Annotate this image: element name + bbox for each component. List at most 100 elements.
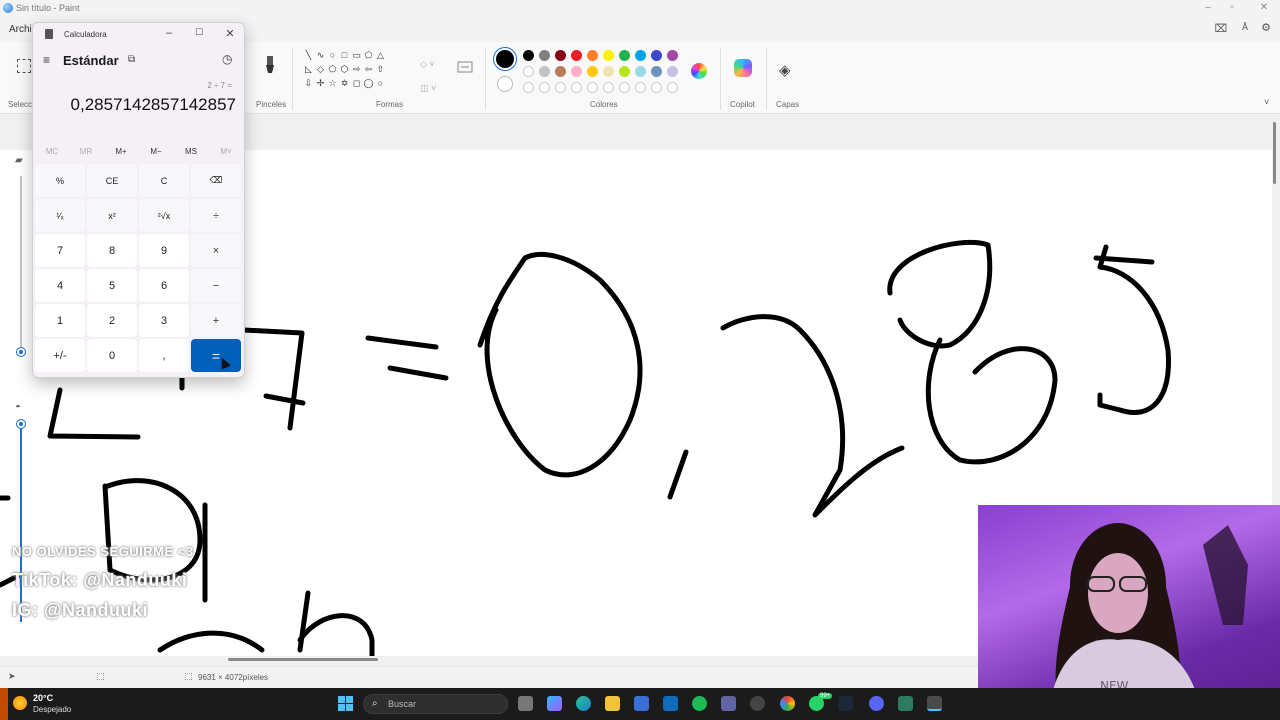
custom-color-slot[interactable] <box>571 82 582 93</box>
calculator-key[interactable]: 5 <box>87 269 137 302</box>
calculator-key[interactable]: % <box>35 164 85 197</box>
minimize-icon[interactable]: – <box>162 27 176 39</box>
color-swatch[interactable] <box>555 66 566 77</box>
color-swatch[interactable] <box>635 50 646 61</box>
color-swatch[interactable] <box>635 66 646 77</box>
calculator-key[interactable]: 0 <box>87 339 137 372</box>
custom-color-slot[interactable] <box>539 82 550 93</box>
shape-tool[interactable]: ⬠ <box>363 50 374 61</box>
calculator-key[interactable]: C <box>139 164 189 197</box>
outlook-icon[interactable] <box>663 696 678 711</box>
custom-color-slot[interactable] <box>603 82 614 93</box>
calculator-key[interactable]: , <box>139 339 189 372</box>
shape-tool[interactable]: ⬡ <box>339 64 350 75</box>
color-swatch[interactable] <box>651 66 662 77</box>
memory-button[interactable]: MR <box>71 147 101 156</box>
steam-icon[interactable] <box>838 696 853 711</box>
shape-tool[interactable]: ◇ <box>315 64 326 75</box>
maximize-icon[interactable]: ▫ <box>1224 2 1240 13</box>
shape-tool[interactable] <box>387 50 398 61</box>
color-swatch[interactable] <box>619 66 630 77</box>
calculator-key[interactable]: 1 <box>35 304 85 337</box>
weather-description[interactable]: Despejado <box>33 705 71 714</box>
calculator-key[interactable]: CE <box>87 164 137 197</box>
calculator-key[interactable]: x² <box>87 199 137 232</box>
shape-tool[interactable] <box>387 64 398 75</box>
calculator-key[interactable]: 4 <box>35 269 85 302</box>
calculator-key[interactable]: ⌫ <box>191 164 241 197</box>
shape-tool[interactable]: ⇨ <box>351 64 362 75</box>
file-explorer-icon[interactable] <box>605 696 620 711</box>
size-slider-track[interactable] <box>20 176 22 356</box>
shape-tool[interactable]: ◺ <box>303 64 314 75</box>
vertical-scrollbar[interactable] <box>1273 122 1276 184</box>
calculator-taskbar-icon[interactable] <box>927 696 942 711</box>
shape-tool[interactable]: ∿ <box>315 50 326 61</box>
color-swatch[interactable] <box>539 66 550 77</box>
color-swatch[interactable] <box>651 50 662 61</box>
shape-fill-icon[interactable] <box>457 61 473 73</box>
custom-color-slot[interactable] <box>619 82 630 93</box>
calculator-key[interactable]: − <box>191 269 241 302</box>
maximize-icon[interactable]: ☐ <box>192 27 206 38</box>
teams-icon[interactable] <box>721 696 736 711</box>
opacity-slider-thumb[interactable] <box>17 420 25 428</box>
edit-colors-icon[interactable] <box>691 63 707 79</box>
shape-tool[interactable]: ✢ <box>315 78 326 89</box>
equals-button[interactable]: = <box>191 339 241 372</box>
memory-button[interactable]: M+ <box>106 147 136 156</box>
calculator-key[interactable]: + <box>191 304 241 337</box>
custom-color-slot[interactable] <box>635 82 646 93</box>
shape-tool[interactable] <box>399 78 410 89</box>
calculator-key[interactable]: 3 <box>139 304 189 337</box>
color-swatch[interactable] <box>619 50 630 61</box>
weather-temperature[interactable]: 20°C <box>33 693 53 703</box>
taskbar-search[interactable]: ⌕ Buscar <box>363 694 508 714</box>
shape-tool[interactable] <box>399 50 410 61</box>
shape-tool[interactable]: ✡ <box>339 78 350 89</box>
layers-icon[interactable]: ◈ <box>779 61 791 79</box>
color-swatch[interactable] <box>603 66 614 77</box>
custom-color-slot[interactable] <box>667 82 678 93</box>
shape-tool[interactable]: ○ <box>327 50 338 61</box>
copilot-icon[interactable] <box>734 59 752 77</box>
memory-button[interactable]: M− <box>141 147 171 156</box>
shape-tool[interactable] <box>399 64 410 75</box>
custom-color-slot[interactable] <box>555 82 566 93</box>
hamburger-menu-icon[interactable]: ≡ <box>43 53 50 67</box>
horizontal-scrollbar[interactable] <box>228 658 378 661</box>
selection-icon[interactable] <box>17 59 31 73</box>
spotify-icon[interactable] <box>692 696 707 711</box>
shapes-gallery[interactable]: ╲ ∿ ○ □ ▭ ⬠ △ ◺ ◇ ⬠ ⬡ ⇨ ⇦ ⇧ ⇩ ✢ ☆ ✡ ◻ ◯ ○ <box>303 50 409 89</box>
shape-tool[interactable]: ╲ <box>303 50 314 61</box>
calculator-key[interactable]: 6 <box>139 269 189 302</box>
close-icon[interactable]: ✕ <box>1256 2 1272 13</box>
chrome-icon[interactable] <box>780 696 795 711</box>
shape-tool[interactable]: ○ <box>375 78 386 89</box>
task-view-icon[interactable] <box>518 696 533 711</box>
shape-tool[interactable]: ⬠ <box>327 64 338 75</box>
color-swatch[interactable] <box>667 66 678 77</box>
share-icon[interactable]: ⌧ <box>1214 22 1228 35</box>
keep-on-top-icon[interactable]: ⧉ <box>128 54 135 65</box>
shape-tool[interactable]: ◯ <box>363 78 374 89</box>
shape-tool[interactable]: ⇩ <box>303 78 314 89</box>
shape-tool[interactable]: △ <box>375 50 386 61</box>
color-swatch[interactable] <box>603 50 614 61</box>
calculator-key[interactable]: 8 <box>87 234 137 267</box>
minimize-icon[interactable]: – <box>1200 2 1216 13</box>
shape-tool[interactable]: □ <box>339 50 350 61</box>
color-swatch[interactable] <box>571 50 582 61</box>
shape-tool[interactable]: ▭ <box>351 50 362 61</box>
edge-icon[interactable] <box>576 696 591 711</box>
copilot-taskbar-icon[interactable] <box>547 696 562 711</box>
custom-color-slot[interactable] <box>587 82 598 93</box>
settings-icon[interactable]: ⚙ <box>1259 21 1273 34</box>
shape-tool[interactable]: ◻ <box>351 78 362 89</box>
calculator-key[interactable]: × <box>191 234 241 267</box>
custom-color-slot[interactable] <box>651 82 662 93</box>
history-icon[interactable]: ◷ <box>222 52 232 66</box>
calculator-key[interactable]: 9 <box>139 234 189 267</box>
memory-button[interactable]: MS <box>176 147 206 156</box>
chevron-down-icon[interactable]: ˅ <box>1264 97 1269 107</box>
